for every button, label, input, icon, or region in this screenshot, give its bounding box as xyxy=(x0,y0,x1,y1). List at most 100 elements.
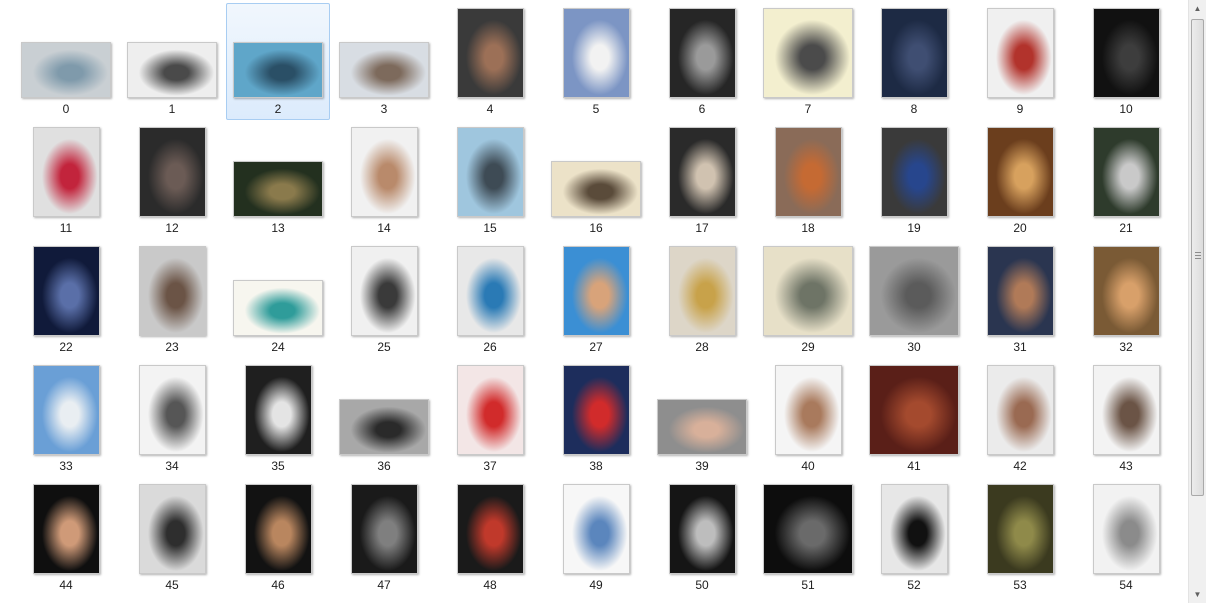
image-thumbnail-item[interactable]: 47 xyxy=(332,479,436,596)
thumbnail-label: 27 xyxy=(589,340,603,354)
thumbnail-label: 8 xyxy=(910,102,918,116)
thumbnail-image xyxy=(562,8,630,98)
image-thumbnail-item[interactable]: 41 xyxy=(862,360,966,477)
image-thumbnail-item[interactable]: 44 xyxy=(14,479,118,596)
image-thumbnail-item[interactable]: 38 xyxy=(544,360,648,477)
image-thumbnail-item[interactable]: 15 xyxy=(438,122,542,239)
image-thumbnail-item[interactable]: 18 xyxy=(756,122,860,239)
image-thumbnail-item[interactable]: 34 xyxy=(120,360,224,477)
thumbnail-label: 32 xyxy=(1119,340,1133,354)
image-thumbnail-item[interactable]: 25 xyxy=(332,241,436,358)
image-thumbnail-item[interactable]: 12 xyxy=(120,122,224,239)
thumbnail-label: 51 xyxy=(801,578,815,592)
image-thumbnail-item[interactable]: 14 xyxy=(332,122,436,239)
image-thumbnail-item[interactable]: 20 xyxy=(968,122,1072,239)
image-thumbnail-item[interactable]: 33 xyxy=(14,360,118,477)
thumbnail-label: 39 xyxy=(695,459,709,473)
image-thumbnail-item[interactable]: 36 xyxy=(332,360,436,477)
image-thumbnail-item[interactable]: 11 xyxy=(14,122,118,239)
image-thumbnail-item[interactable]: 17 xyxy=(650,122,754,239)
thumbnail-label: 41 xyxy=(907,459,921,473)
thumbnail-label: 34 xyxy=(165,459,179,473)
thumbnail-image xyxy=(668,8,736,98)
image-thumbnail-item[interactable]: 16 xyxy=(544,122,648,239)
image-thumbnail-item[interactable]: 0 xyxy=(14,3,118,120)
image-thumbnail-item[interactable]: 49 xyxy=(544,479,648,596)
image-thumbnail-item[interactable]: 23 xyxy=(120,241,224,358)
thumbnail-label: 26 xyxy=(483,340,497,354)
image-thumbnail-item[interactable]: 31 xyxy=(968,241,1072,358)
image-thumbnail-item[interactable]: 4 xyxy=(438,3,542,120)
thumbnail-label: 14 xyxy=(377,221,391,235)
scroll-down-button[interactable]: ▼ xyxy=(1189,586,1206,603)
image-thumbnail-item[interactable]: 3 xyxy=(332,3,436,120)
thumbnail-label: 1 xyxy=(168,102,176,116)
thumbnail-label: 17 xyxy=(695,221,709,235)
thumbnail-label: 38 xyxy=(589,459,603,473)
thumbnail-image xyxy=(657,399,747,455)
thumbnail-grid: 0 1 2 3 4 5 6 7 8 9 10 11 12 13 14 15 16 17 18 19 20 21 22 23 24… xyxy=(0,0,1188,603)
scroll-thumb[interactable] xyxy=(1191,19,1204,496)
image-thumbnail-item[interactable]: 21 xyxy=(1074,122,1178,239)
image-thumbnail-item[interactable]: 24 xyxy=(226,241,330,358)
image-thumbnail-item[interactable]: 6 xyxy=(650,3,754,120)
thumbnail-image xyxy=(869,365,959,455)
thumbnail-label: 2 xyxy=(274,102,282,116)
image-thumbnail-item[interactable]: 50 xyxy=(650,479,754,596)
thumbnail-image xyxy=(1092,484,1160,574)
scroll-down-arrow-icon: ▼ xyxy=(1193,590,1202,599)
image-thumbnail-item[interactable]: 54 xyxy=(1074,479,1178,596)
image-thumbnail-item[interactable]: 10 xyxy=(1074,3,1178,120)
thumbnail-label: 4 xyxy=(486,102,494,116)
image-thumbnail-item[interactable]: 22 xyxy=(14,241,118,358)
thumbnail-label: 23 xyxy=(165,340,179,354)
thumbnail-image xyxy=(1092,127,1160,217)
thumbnail-image xyxy=(456,246,524,336)
thumbnail-label: 20 xyxy=(1013,221,1027,235)
image-thumbnail-item[interactable]: 48 xyxy=(438,479,542,596)
thumbnail-image xyxy=(127,42,217,98)
image-thumbnail-item[interactable]: 35 xyxy=(226,360,330,477)
image-thumbnail-item[interactable]: 1 xyxy=(120,3,224,120)
thumbnail-label: 35 xyxy=(271,459,285,473)
thumbnail-label: 28 xyxy=(695,340,709,354)
thumbnail-label: 24 xyxy=(271,340,285,354)
scroll-up-button[interactable]: ▲ xyxy=(1189,0,1206,17)
image-thumbnail-item[interactable]: 26 xyxy=(438,241,542,358)
thumbnail-image xyxy=(562,246,630,336)
image-thumbnail-item[interactable]: 52 xyxy=(862,479,966,596)
image-thumbnail-item[interactable]: 19 xyxy=(862,122,966,239)
image-thumbnail-item[interactable]: 46 xyxy=(226,479,330,596)
thumbnail-label: 54 xyxy=(1119,578,1133,592)
thumbnail-image xyxy=(138,246,206,336)
image-thumbnail-item[interactable]: 37 xyxy=(438,360,542,477)
thumbnail-label: 47 xyxy=(377,578,391,592)
image-thumbnail-item[interactable]: 8 xyxy=(862,3,966,120)
image-thumbnail-item[interactable]: 32 xyxy=(1074,241,1178,358)
image-thumbnail-item[interactable]: 53 xyxy=(968,479,1072,596)
image-thumbnail-item[interactable]: 29 xyxy=(756,241,860,358)
image-thumbnail-item[interactable]: 42 xyxy=(968,360,1072,477)
thumbnail-label: 53 xyxy=(1013,578,1027,592)
thumbnail-label: 30 xyxy=(907,340,921,354)
image-thumbnail-item[interactable]: 51 xyxy=(756,479,860,596)
image-thumbnail-item[interactable]: 43 xyxy=(1074,360,1178,477)
vertical-scrollbar[interactable]: ▲ ▼ xyxy=(1188,0,1206,603)
image-thumbnail-item[interactable]: 13 xyxy=(226,122,330,239)
grip-icon xyxy=(1195,252,1201,259)
image-thumbnail-item[interactable]: 30 xyxy=(862,241,966,358)
image-thumbnail-item[interactable]: 45 xyxy=(120,479,224,596)
image-thumbnail-item[interactable]: 39 xyxy=(650,360,754,477)
thumbnail-label: 16 xyxy=(589,221,603,235)
image-thumbnail-item[interactable]: 9 xyxy=(968,3,1072,120)
thumbnail-label: 36 xyxy=(377,459,391,473)
image-thumbnail-item[interactable]: 28 xyxy=(650,241,754,358)
image-thumbnail-item[interactable]: 40 xyxy=(756,360,860,477)
image-thumbnail-item[interactable]: 5 xyxy=(544,3,648,120)
image-thumbnail-item[interactable]: 7 xyxy=(756,3,860,120)
image-thumbnail-item[interactable]: 2 xyxy=(226,3,330,120)
image-thumbnail-item[interactable]: 27 xyxy=(544,241,648,358)
thumbnail-image xyxy=(456,8,524,98)
thumbnail-image xyxy=(562,365,630,455)
thumbnail-image xyxy=(244,484,312,574)
